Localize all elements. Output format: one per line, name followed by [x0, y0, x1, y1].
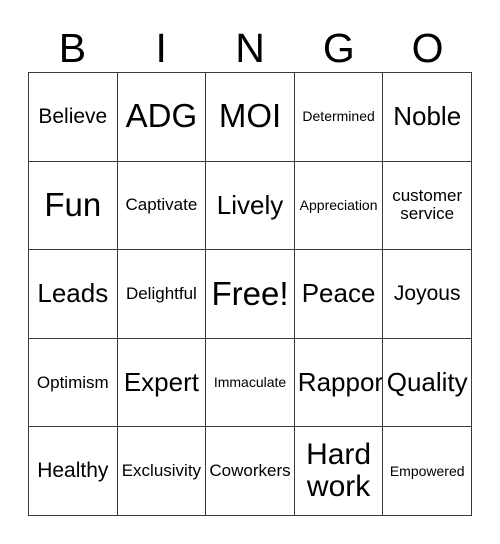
bingo-cell[interactable]: customer service	[383, 161, 472, 251]
bingo-cell[interactable]: Expert	[117, 338, 207, 428]
bingo-cell-label: Fun	[44, 185, 102, 223]
header-letter-i: I	[155, 25, 167, 71]
bingo-cell-label: Determined	[302, 108, 375, 125]
bingo-cell-label: Coworkers	[209, 461, 291, 481]
bingo-cell[interactable]: Determined	[294, 73, 384, 162]
bingo-cell-label: MOI	[218, 97, 282, 135]
bingo-cell[interactable]: Delightful	[117, 250, 207, 339]
bingo-card: B I N G O Believe ADG MOI Determined Nob…	[0, 0, 500, 544]
bingo-cell[interactable]: Peace	[294, 250, 384, 339]
bingo-cell[interactable]: Captivate	[117, 161, 207, 251]
header-letter-n: N	[235, 25, 265, 71]
bingo-cell-label: Rapport	[297, 366, 384, 397]
bingo-cell-label: Appreciation	[299, 196, 378, 213]
bingo-cell-label: Empowered	[389, 462, 465, 479]
bingo-cell[interactable]: Rapport	[294, 338, 384, 428]
bingo-cell[interactable]: Exclusivity	[117, 427, 207, 516]
bingo-cell[interactable]: Empowered	[383, 427, 472, 516]
bingo-cell-free[interactable]: Free!	[206, 250, 295, 339]
bingo-cell-label: Hard work	[306, 438, 372, 504]
bingo-cell[interactable]: Healthy	[29, 427, 118, 516]
bingo-cell-label: Captivate	[125, 195, 198, 215]
bingo-cell[interactable]: Appreciation	[294, 161, 384, 251]
header-letter-o: O	[411, 25, 444, 71]
bingo-cell[interactable]: Hard work	[294, 427, 384, 516]
bingo-cell[interactable]: Lively	[206, 161, 295, 251]
bingo-cell[interactable]: Believe	[29, 73, 118, 162]
bingo-cell-label: Believe	[38, 104, 108, 128]
bingo-cell-label: Noble	[393, 101, 462, 132]
bingo-cell[interactable]: Immaculate	[206, 338, 295, 428]
bingo-cell-label: Expert	[123, 366, 199, 397]
bingo-cell-label: Peace	[301, 278, 376, 309]
bingo-cell-label: Optimism	[36, 372, 109, 392]
bingo-cell-label: Joyous	[393, 281, 461, 305]
bingo-grid: Believe ADG MOI Determined Noble Fun Cap…	[28, 72, 472, 516]
bingo-cell[interactable]: Optimism	[29, 338, 118, 428]
bingo-cell-label: Free!	[211, 274, 289, 312]
bingo-cell-label: Delightful	[125, 283, 197, 303]
bingo-cell[interactable]: Quality	[383, 338, 472, 428]
bingo-cell[interactable]: MOI	[206, 73, 295, 162]
header-letter-b: B	[58, 25, 87, 71]
bingo-cell-label: Lively	[216, 189, 284, 220]
bingo-header-row: B I N G O	[28, 14, 472, 70]
bingo-cell[interactable]: ADG	[117, 73, 207, 162]
header-letter-g: G	[322, 25, 355, 71]
bingo-cell-label: Immaculate	[213, 374, 287, 391]
bingo-cell[interactable]: Leads	[29, 250, 118, 339]
bingo-cell-label: ADG	[125, 97, 198, 135]
bingo-cell[interactable]: Coworkers	[206, 427, 295, 516]
bingo-cell-label: Healthy	[37, 459, 109, 483]
bingo-cell[interactable]: Fun	[29, 161, 118, 251]
bingo-cell-label: Quality	[386, 366, 468, 397]
bingo-cell[interactable]: Noble	[383, 73, 472, 162]
bingo-cell-label: Exclusivity	[121, 461, 202, 481]
bingo-cell-label: Leads	[37, 278, 109, 309]
bingo-cell-label: customer service	[392, 186, 463, 224]
bingo-cell[interactable]: Joyous	[383, 250, 472, 339]
